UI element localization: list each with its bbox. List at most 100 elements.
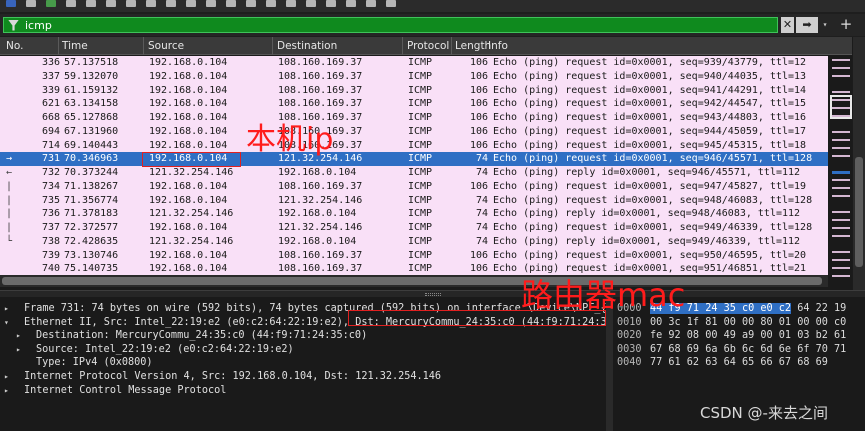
packet-destination: 108.160.169.37: [278, 249, 363, 261]
packet-time: 63.134158: [64, 98, 119, 110]
packet-row[interactable]: 714 69.140443 192.168.0.104 108.160.169.37 I…: [0, 138, 828, 153]
packet-info: Echo (ping) request id=0x0001, seq=948/4…: [493, 194, 813, 206]
packet-row[interactable]: 732 70.373244 121.32.254.146 192.168.0.104 I…: [0, 166, 828, 180]
minimap-line: [832, 267, 850, 269]
detail-tree-item[interactable]: ▸ Internet Control Message Protocol: [4, 384, 226, 398]
packet-row[interactable]: 731 70.346963 192.168.0.104 121.32.254.146 I…: [0, 152, 828, 166]
apply-filter-button[interactable]: ➡: [796, 17, 818, 33]
packet-time: 72.372577: [64, 222, 119, 233]
packet-source: 121.32.254.146: [149, 235, 234, 247]
column-header-length[interactable]: Length: [455, 40, 491, 52]
go-forward-icon[interactable]: [206, 0, 216, 7]
expanded-arrow-icon[interactable]: ▾: [4, 316, 14, 330]
open-file-icon[interactable]: [86, 0, 96, 7]
autoscroll-icon[interactable]: [286, 0, 296, 7]
column-header-protocol[interactable]: Protocol: [407, 40, 449, 52]
collapsed-arrow-icon[interactable]: ▸: [16, 329, 26, 343]
first-packet-icon[interactable]: [246, 0, 256, 7]
hex-bytes: 77 61 62 63 64 65 66 67 68 69: [650, 356, 828, 370]
restart-capture-icon[interactable]: [46, 0, 56, 7]
hex-bytes: 67 68 69 6a 6b 6c 6d 6e 6f 70 71: [650, 343, 846, 357]
packet-row[interactable]: 740 75.140735 192.168.0.104 108.160.169.37 I…: [0, 262, 828, 276]
csdn-watermark: CSDN @-来去之间: [700, 404, 828, 422]
clear-filter-button[interactable]: ✕: [781, 17, 794, 33]
packet-source: 192.168.0.104: [149, 180, 228, 192]
detail-text: Type: IPv4 (0x0800): [36, 357, 153, 369]
filter-text[interactable]: icmp: [25, 19, 52, 32]
column-header-source[interactable]: Source: [148, 40, 184, 52]
find-packet-icon[interactable]: [166, 0, 176, 7]
go-to-packet-icon[interactable]: [226, 0, 236, 7]
splitter-grip[interactable]: [425, 293, 441, 296]
pane-splitter[interactable]: [0, 290, 865, 297]
packet-info: Echo (ping) reply id=0x0001, seq=949/463…: [493, 235, 801, 247]
packet-protocol: ICMP: [408, 98, 433, 110]
details-scrollbar[interactable]: [606, 297, 613, 431]
save-file-icon[interactable]: [106, 0, 116, 7]
start-capture-icon[interactable]: [6, 0, 16, 7]
zoom-out-icon[interactable]: [346, 0, 356, 7]
display-filter-input[interactable]: icmp: [3, 17, 778, 33]
minimap-line: [832, 163, 850, 165]
packet-destination: 192.168.0.104: [278, 235, 357, 247]
column-header-no[interactable]: No.: [6, 40, 23, 52]
go-back-icon[interactable]: [186, 0, 196, 7]
bookmark-filter-icon[interactable]: [8, 19, 19, 31]
packet-list-horizontal-scrollbar[interactable]: [0, 275, 828, 287]
colorize-icon[interactable]: [306, 0, 316, 7]
packet-source: 192.168.0.104: [149, 139, 228, 151]
related-packet-indicator: ←: [6, 167, 13, 178]
resize-columns-icon[interactable]: [386, 0, 396, 7]
packet-row[interactable]: 739 73.130746 192.168.0.104 108.160.169.37 I…: [0, 248, 828, 263]
packet-row[interactable]: 339 61.159132 192.168.0.104 108.160.169.37 I…: [0, 83, 828, 98]
filter-history-dropdown[interactable]: ▾: [820, 17, 830, 33]
minimap-line: [832, 99, 850, 101]
packet-row[interactable]: 736 71.378183 121.32.254.146 192.168.0.104 I…: [0, 207, 828, 221]
packet-row[interactable]: 337 59.132070 192.168.0.104 108.160.169.37 I…: [0, 69, 828, 84]
zoom-in-icon[interactable]: [326, 0, 336, 7]
column-header-time[interactable]: Time: [62, 40, 88, 52]
packet-row[interactable]: 738 72.428635 121.32.254.146 192.168.0.104 I…: [0, 234, 828, 249]
packet-list-vertical-scrollbar[interactable]: [853, 37, 865, 290]
display-filter-bar: icmp ✕ ➡ ▾ +: [0, 14, 865, 36]
packet-row[interactable]: 735 71.356774 192.168.0.104 121.32.254.146 I…: [0, 193, 828, 208]
packet-no: 337: [41, 70, 60, 82]
column-header-info[interactable]: Info: [488, 40, 508, 52]
detail-tree-item[interactable]: Type: IPv4 (0x0800): [16, 356, 153, 370]
minimap-line: [832, 195, 850, 197]
collapsed-arrow-icon[interactable]: ▸: [4, 370, 14, 384]
packet-row[interactable]: 621 63.134158 192.168.0.104 108.160.169.37 I…: [0, 97, 828, 111]
packet-row[interactable]: 734 71.138267 192.168.0.104 108.160.169.37 I…: [0, 179, 828, 194]
packet-list[interactable]: No. Time Source Destination Protocol Len…: [0, 37, 865, 290]
local-ip-highlight-box: [142, 152, 241, 167]
packet-row[interactable]: 694 67.131960 192.168.0.104 108.160.169.37 I…: [0, 124, 828, 139]
packet-row[interactable]: 668 65.127868 192.168.0.104 108.160.169.37 I…: [0, 111, 828, 125]
packet-row[interactable]: 336 57.137518 192.168.0.104 108.160.169.37 I…: [0, 56, 828, 70]
detail-tree-item[interactable]: ▸ Source: Intel_22:19:e2 (e0:c2:64:22:19:…: [16, 343, 294, 357]
detail-tree-item[interactable]: ▸ Destination: MercuryCommu_24:35:c0 (44:…: [16, 329, 367, 343]
packet-time: 72.428635: [64, 235, 119, 247]
packet-length: 74: [475, 153, 488, 165]
options-icon[interactable]: [66, 0, 76, 7]
packet-row[interactable]: 737 72.372577 192.168.0.104 121.32.254.146 I…: [0, 221, 828, 235]
hex-remaining-bytes: 77 61 62 63 64 65 66 67 68 69: [650, 357, 828, 369]
minimap-line: [832, 179, 850, 181]
detail-tree-item[interactable]: ▸ Internet Protocol Version 4, Src: 192.1…: [4, 370, 441, 384]
collapsed-arrow-icon[interactable]: ▸: [4, 384, 14, 398]
reload-icon[interactable]: [146, 0, 156, 7]
packet-source: 192.168.0.104: [149, 70, 228, 82]
packet-time: 70.346963: [64, 153, 119, 165]
packet-minimap[interactable]: [830, 55, 852, 290]
add-filter-button[interactable]: +: [838, 16, 854, 32]
normal-size-icon[interactable]: [366, 0, 376, 7]
vertical-scroll-thumb[interactable]: [855, 157, 863, 267]
packet-length: 106: [469, 98, 488, 110]
horizontal-scroll-thumb[interactable]: [2, 277, 822, 285]
close-file-icon[interactable]: [126, 0, 136, 7]
packet-length: 74: [475, 167, 488, 178]
collapsed-arrow-icon[interactable]: ▸: [16, 343, 26, 357]
last-packet-icon[interactable]: [266, 0, 276, 7]
column-header-destination[interactable]: Destination: [277, 40, 337, 52]
collapsed-arrow-icon[interactable]: ▸: [4, 302, 14, 316]
stop-capture-icon[interactable]: [26, 0, 36, 7]
